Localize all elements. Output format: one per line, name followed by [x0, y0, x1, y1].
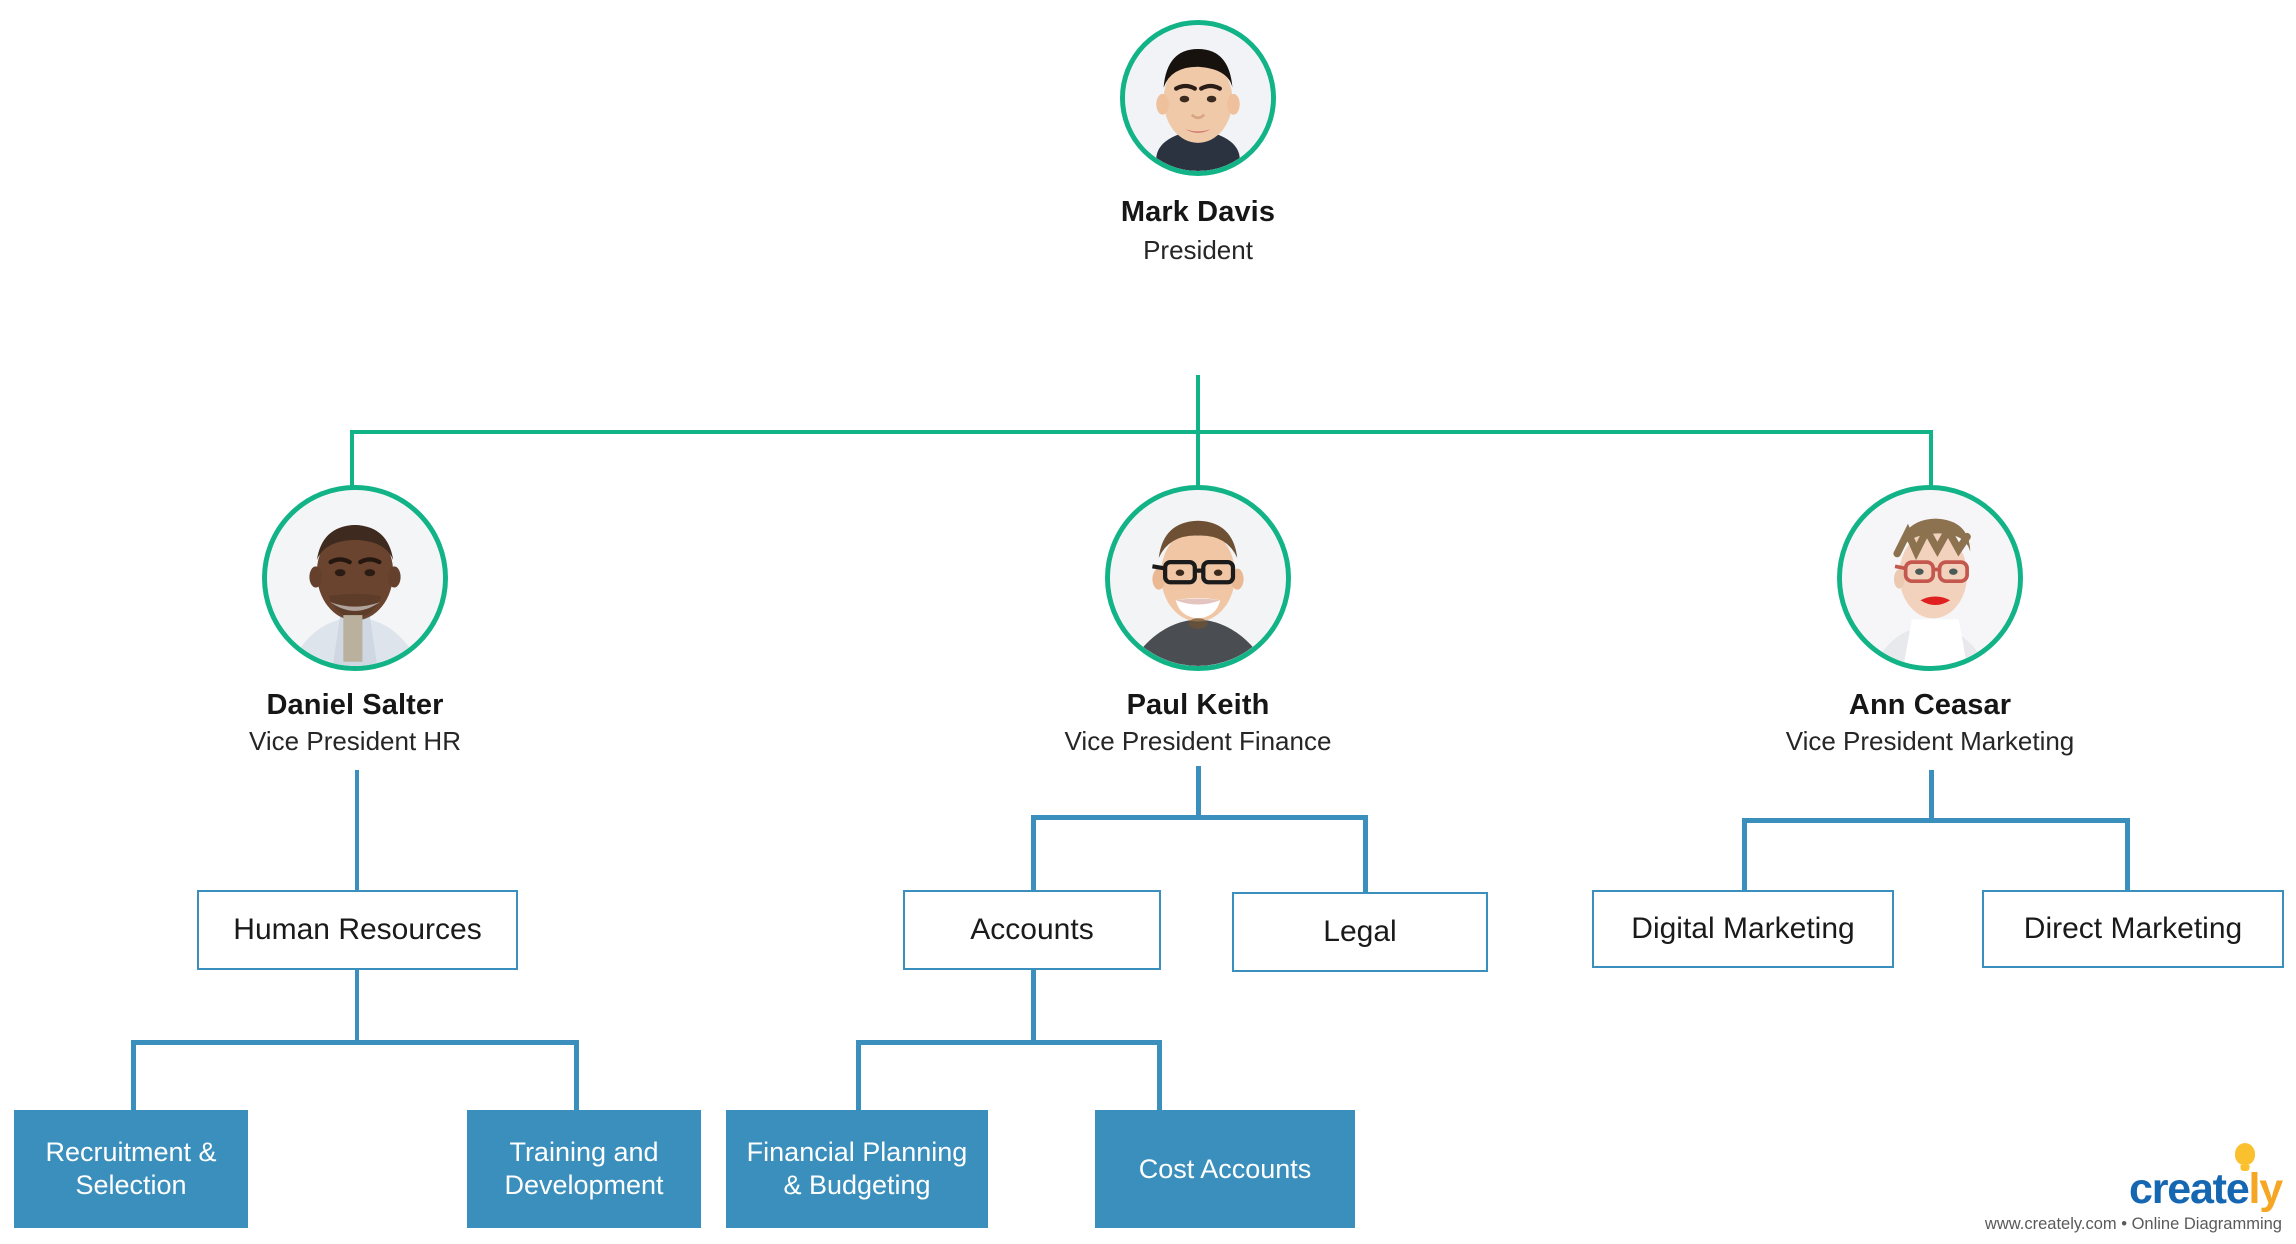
logo-text-part-4: y [2259, 1165, 2283, 1213]
connector-root-stem [1196, 375, 1200, 432]
person-title: Vice President HR [249, 726, 461, 756]
connector-root-to-vp-finance [1196, 430, 1200, 487]
connector-human-resources-stem [355, 968, 359, 1043]
person-node-president[interactable]: Mark Davis President [1040, 20, 1356, 266]
creately-tagline: www.creately.com • Online Diagramming [1984, 1215, 2282, 1233]
avatar-ann-ceasar [1837, 485, 2023, 671]
connector-marketing-bus-to-direct [2125, 818, 2130, 892]
connector-accounts-bus-to-financial-planning [856, 1040, 861, 1112]
connector-hr-bus-to-training [574, 1040, 579, 1112]
team-box-recruitment-selection[interactable]: Recruitment & Selection [14, 1110, 248, 1228]
department-box-digital-marketing[interactable]: Digital Marketing [1592, 890, 1894, 968]
logo-text-part-2: e [2225, 1165, 2250, 1213]
department-label: Accounts [970, 912, 1094, 946]
logo-text-part-3: l [2248, 1165, 2261, 1213]
department-box-direct-marketing[interactable]: Direct Marketing [1982, 890, 2284, 968]
connector-vp-hr-to-human-resources [355, 770, 359, 892]
person-node-vp-marketing[interactable]: Ann Ceasar Vice President Marketing [1772, 485, 2088, 757]
department-label: Direct Marketing [2023, 911, 2243, 945]
team-label-line-2: & Budgeting [783, 1170, 931, 1200]
team-label-line-1: Cost Accounts [1138, 1153, 1312, 1184]
connector-human-resources-bus [131, 1040, 578, 1045]
person-name: Ann Ceasar [1848, 689, 2012, 721]
avatar-paul-keith [1105, 485, 1291, 671]
team-label-line-2: Development [504, 1170, 664, 1200]
connector-root-bus [350, 430, 1933, 434]
connector-marketing-bus-to-digital [1742, 818, 1747, 892]
connector-vp-marketing-bus [1742, 818, 2130, 823]
team-label-line-1: Recruitment & [45, 1137, 217, 1168]
connector-finance-bus-to-legal [1363, 815, 1368, 894]
department-label: Legal [1323, 914, 1397, 948]
department-box-human-resources[interactable]: Human Resources [197, 890, 518, 970]
person-title: Vice President Marketing [1785, 726, 2075, 756]
department-box-accounts[interactable]: Accounts [903, 890, 1161, 970]
person-title: Vice President Finance [1064, 726, 1332, 756]
avatar-daniel-salter [262, 485, 448, 671]
team-box-training-development[interactable]: Training and Development [467, 1110, 701, 1228]
creately-logo-wordmark: creately [2129, 1143, 2283, 1213]
connector-vp-finance-bus [1031, 815, 1368, 820]
connector-root-to-vp-marketing [1929, 430, 1933, 487]
person-node-vp-hr[interactable]: Daniel Salter Vice President HR [197, 485, 513, 757]
org-chart-canvas: Mark Davis President Daniel Salter Vice … [0, 0, 2296, 1244]
team-label-line-2: Selection [75, 1170, 187, 1200]
person-name: Paul Keith [1126, 689, 1270, 721]
person-name: Daniel Salter [266, 689, 444, 721]
connector-accounts-stem [1031, 968, 1036, 1045]
connector-hr-bus-to-recruitment [131, 1040, 136, 1112]
department-box-legal[interactable]: Legal [1232, 892, 1488, 972]
team-box-financial-planning-budgeting[interactable]: Financial Planning & Budgeting [726, 1110, 988, 1228]
department-label: Human Resources [233, 912, 482, 946]
team-label-line-1: Financial Planning [746, 1137, 968, 1168]
team-label-line-1: Training and [509, 1137, 659, 1168]
connector-root-to-vp-hr [350, 430, 354, 487]
creately-branding[interactable]: creately www.creately.com • Online Diagr… [1984, 1143, 2283, 1234]
connector-accounts-bus [856, 1040, 1162, 1045]
person-name: Mark Davis [1120, 196, 1276, 228]
person-title: President [1143, 235, 1253, 265]
team-box-cost-accounts[interactable]: Cost Accounts [1095, 1110, 1355, 1228]
person-node-vp-finance[interactable]: Paul Keith Vice President Finance [1040, 485, 1356, 757]
connector-finance-bus-to-accounts [1031, 815, 1036, 892]
connector-vp-finance-stem [1196, 766, 1201, 819]
department-label: Digital Marketing [1631, 911, 1855, 945]
connector-accounts-bus-to-cost-accounts [1157, 1040, 1162, 1112]
connector-vp-marketing-stem [1929, 770, 1934, 823]
logo-text-part-1: creat [2129, 1165, 2227, 1213]
avatar-mark-davis [1120, 20, 1276, 176]
lightbulb-icon [2235, 1143, 2255, 1165]
